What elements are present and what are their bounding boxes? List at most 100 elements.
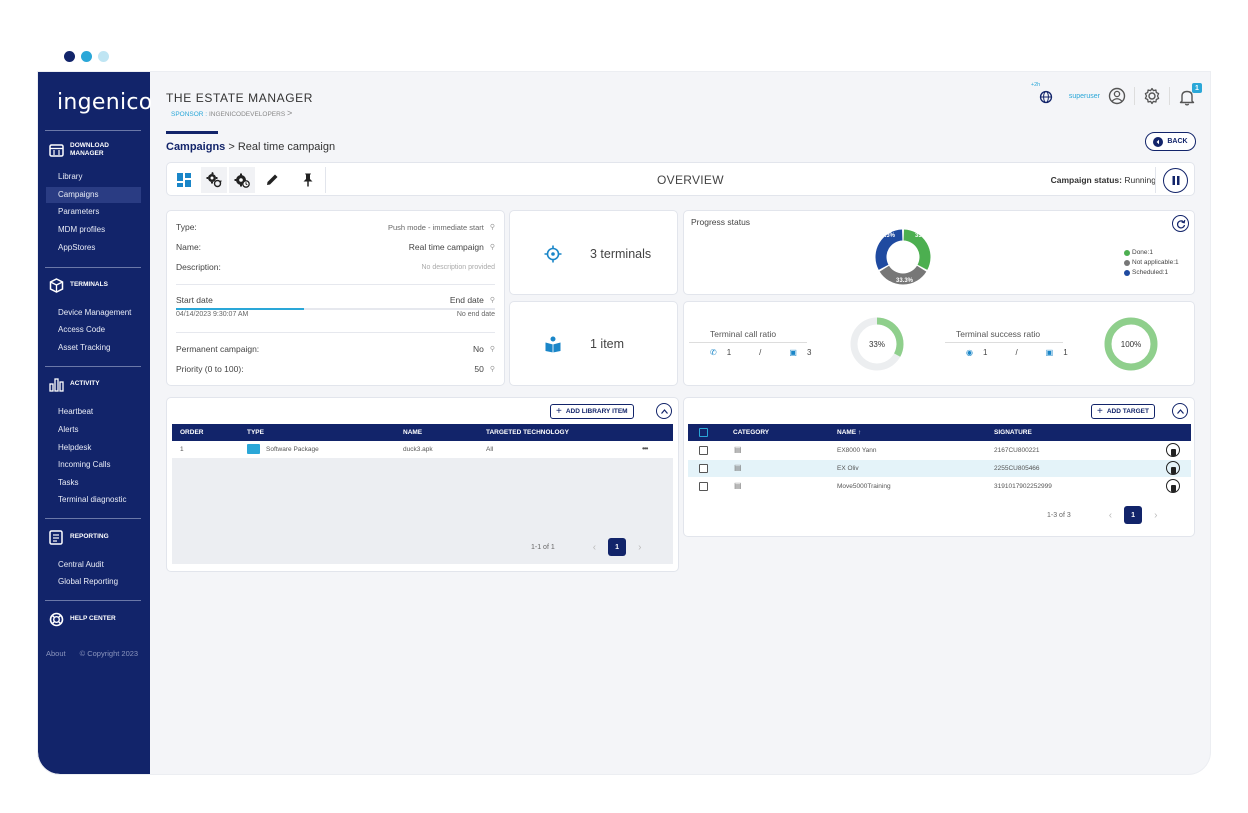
chevron-right-icon: > (286, 108, 293, 118)
gear-icon[interactable] (1143, 87, 1161, 105)
progress-status-card: Progress status 33.3% 33.3% 33.3% Done:1 N… (683, 210, 1195, 295)
bar-chart-icon (48, 376, 64, 392)
back-button[interactable]: BACK (1145, 132, 1196, 151)
ratio-separator: / (759, 348, 762, 357)
detail-label: Priority (0 to 100): (176, 364, 244, 374)
next-page-button[interactable]: › (638, 542, 641, 553)
detail-value: Real time campaign (408, 242, 484, 252)
prev-page-button[interactable]: ‹ (1109, 510, 1112, 521)
pin-icon[interactable]: ⚲ (490, 223, 495, 231)
detail-name-row: Name: Real time campaign ⚲ (176, 242, 495, 252)
row-checkbox[interactable] (699, 464, 708, 473)
sidebar-item-heartbeat[interactable]: Heartbeat (58, 407, 93, 416)
sidebar-item-appstores[interactable]: AppStores (58, 243, 95, 252)
column-header[interactable]: ORDER (180, 429, 203, 436)
user-avatar-icon[interactable] (1108, 87, 1126, 105)
page-button-active[interactable]: 1 (608, 538, 627, 556)
about-link[interactable]: About (46, 649, 66, 658)
column-header[interactable]: CATEGORY (733, 429, 769, 436)
column-header[interactable]: NAME ↑ (837, 429, 861, 436)
window-dot-1 (64, 51, 75, 62)
sidebar-footer: About © Copyright 2023 (46, 649, 138, 658)
row-checkbox[interactable] (699, 446, 708, 455)
sidebar-item-mdm-profiles[interactable]: MDM profiles (58, 225, 105, 234)
sidebar-item-parameters[interactable]: Parameters (58, 207, 99, 216)
sidebar-item-central-audit[interactable]: Central Audit (58, 560, 104, 569)
targets-pagination: 1-3 of 3 ‹ 1 › (1047, 506, 1157, 524)
targets-card: + ADD TARGET CATEGORY NAME ↑ SIGNATURE ▤… (683, 397, 1195, 537)
ingenico-logo[interactable]: ingenico (57, 90, 153, 115)
select-all-checkbox[interactable] (699, 428, 708, 437)
table-row[interactable]: ▤ EX8000 Yann 2167CU800221 (688, 442, 1191, 459)
overview-tab[interactable] (171, 167, 197, 193)
sidebar-item-incoming-calls[interactable]: Incoming Calls (58, 460, 110, 469)
campaign-toolbar: OVERVIEW Campaign status: Running (166, 162, 1195, 196)
terminals-count-card[interactable]: 3 terminals (509, 210, 678, 295)
detail-label: Description: (176, 262, 221, 272)
items-count-card[interactable]: 1 item (509, 301, 678, 386)
terminals-count: 3 terminals (590, 247, 652, 261)
phone-icon: ✆ (710, 348, 717, 357)
row-checkbox[interactable] (699, 482, 708, 491)
timezone-button[interactable]: +2h (1031, 82, 1055, 106)
collapse-targets-button[interactable] (1172, 403, 1188, 419)
pin-icon[interactable]: ⚲ (490, 365, 495, 373)
column-header[interactable]: TARGETED TECHNOLOGY (486, 429, 569, 436)
collapse-library-button[interactable] (656, 403, 672, 419)
sidebar-item-device-management[interactable]: Device Management (58, 308, 131, 317)
sidebar-item-asset-tracking[interactable]: Asset Tracking (58, 343, 110, 352)
sidebar-item-terminal-diagnostic[interactable]: Terminal diagnostic (58, 495, 126, 504)
library-table-header: ORDER TYPE NAME TARGETED TECHNOLOGY (172, 424, 673, 441)
ring-percent: 33% (869, 340, 885, 349)
sidebar-section-help-center[interactable]: HELP CENTER (48, 611, 143, 627)
breadcrumb: Campaigns > Real time campaign (166, 141, 335, 153)
settings-tab[interactable] (229, 167, 255, 193)
sidebar-section-download-manager[interactable]: DOWNLOAD MANAGER (48, 142, 143, 158)
sidebar-item-tasks[interactable]: Tasks (58, 478, 78, 487)
sidebar-divider (45, 600, 141, 601)
pin-icon[interactable]: ⚲ (490, 243, 495, 251)
table-row[interactable]: 1 Software Package duck3.apk All ••• (172, 441, 673, 458)
pushpin-icon (303, 173, 313, 187)
more-options-icon[interactable]: ••• (642, 444, 648, 453)
sidebar-item-access-code[interactable]: Access Code (58, 325, 105, 334)
refresh-button[interactable] (1172, 215, 1189, 232)
legend-dot (1124, 270, 1130, 276)
pin-icon[interactable]: ⚲ (490, 345, 495, 353)
sidebar-item-library[interactable]: Library (58, 172, 82, 181)
table-row[interactable]: ▤ Move5000Training 3191017902252999 (688, 478, 1191, 495)
detail-value: 50 (474, 364, 484, 374)
pause-campaign-button[interactable] (1163, 168, 1188, 193)
sidebar-item-campaigns[interactable]: Campaigns (46, 187, 141, 203)
username[interactable]: superuser (1069, 93, 1100, 100)
column-header[interactable]: TYPE (247, 429, 264, 436)
column-header[interactable]: SIGNATURE (994, 429, 1032, 436)
edit-tab[interactable] (259, 167, 285, 193)
add-library-item-button[interactable]: + ADD LIBRARY ITEM (550, 404, 634, 419)
sponsor-selector[interactable]: SPONSOR : INGENICODEVELOPERS > (171, 108, 292, 118)
cell-name: EX8000 Yann (837, 447, 877, 454)
add-target-button[interactable]: + ADD TARGET (1091, 404, 1155, 419)
next-page-button[interactable]: › (1154, 510, 1157, 521)
pin-icon[interactable]: ⚲ (490, 296, 495, 304)
sidebar-section-reporting[interactable]: REPORTING (48, 529, 143, 545)
prev-page-button[interactable]: ‹ (593, 542, 596, 553)
delete-icon[interactable] (1166, 479, 1180, 493)
gears-tab[interactable] (201, 167, 227, 193)
sidebar-section-activity[interactable]: ACTIVITY (48, 376, 143, 392)
pin-tab[interactable] (295, 167, 321, 193)
divider (945, 342, 1063, 343)
notifications-button[interactable]: 1 (1178, 83, 1202, 106)
targets-table-header: CATEGORY NAME ↑ SIGNATURE (688, 424, 1191, 441)
column-header[interactable]: NAME (403, 429, 422, 436)
sidebar-item-helpdesk[interactable]: Helpdesk (58, 443, 91, 452)
delete-icon[interactable] (1166, 443, 1180, 457)
breadcrumb-campaigns-link[interactable]: Campaigns (166, 141, 225, 153)
table-row[interactable]: ▤ EX Oliv 2255CU805466 (688, 460, 1191, 477)
page-button-active[interactable]: 1 (1124, 506, 1143, 524)
delete-icon[interactable] (1166, 461, 1180, 475)
sidebar-item-alerts[interactable]: Alerts (58, 425, 78, 434)
sidebar-item-global-reporting[interactable]: Global Reporting (58, 577, 118, 586)
back-arrow-icon (1153, 136, 1164, 147)
sidebar-section-terminals[interactable]: TERMINALS (48, 277, 143, 293)
